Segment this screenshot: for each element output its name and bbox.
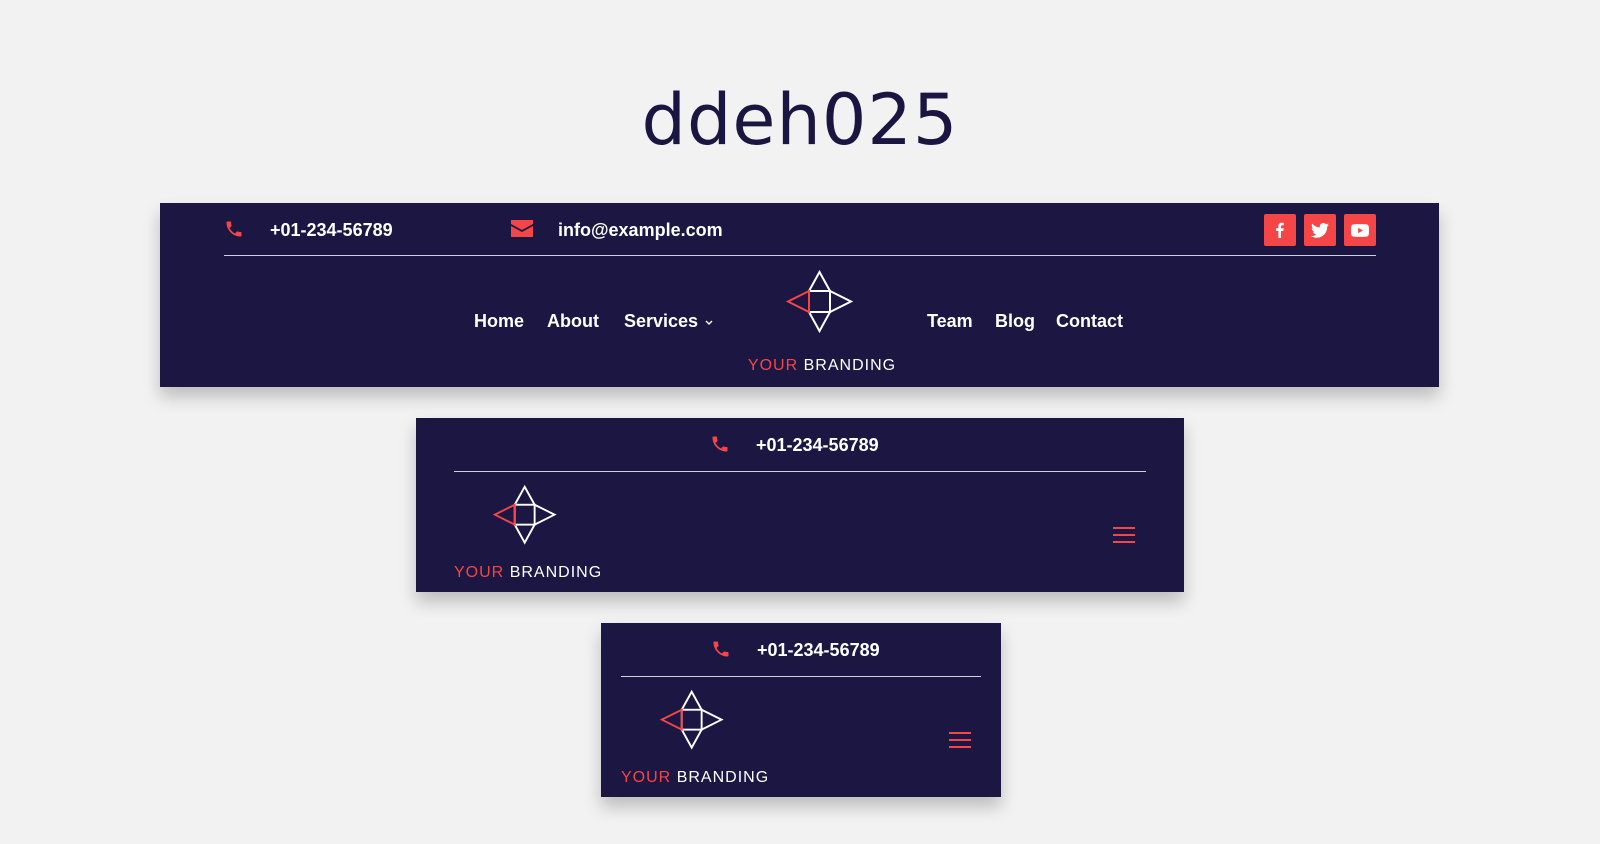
phone-icon <box>226 221 242 237</box>
brand-accent-word: YOUR <box>454 564 505 581</box>
diamond-arrows-logo-icon[interactable] <box>492 482 564 554</box>
phone-icon <box>712 436 728 452</box>
brand-name: YOUR BRANDING <box>454 563 602 583</box>
diamond-arrows-logo-icon[interactable] <box>659 687 731 759</box>
brand-name: YOUR BRANDING <box>621 768 769 788</box>
twitter-button[interactable] <box>1304 214 1336 246</box>
phone-icon <box>713 641 729 657</box>
nav-services[interactable]: Services <box>624 310 698 332</box>
youtube-button[interactable] <box>1344 214 1376 246</box>
twitter-icon <box>1311 222 1329 238</box>
envelope-icon <box>511 220 533 237</box>
tablet-header: +01-234-56789 YOUR BRANDING <box>416 418 1184 592</box>
hamburger-menu-icon[interactable] <box>949 732 971 748</box>
nav-blog[interactable]: Blog <box>995 310 1035 332</box>
diamond-arrows-logo-icon[interactable] <box>785 267 861 343</box>
top-bar-divider <box>224 255 1376 256</box>
youtube-icon <box>1351 223 1369 237</box>
hamburger-menu-icon[interactable] <box>1113 527 1135 543</box>
facebook-icon <box>1276 222 1284 238</box>
brand-accent-word: YOUR <box>621 769 672 786</box>
nav-home[interactable]: Home <box>474 310 524 332</box>
phone-number[interactable]: +01-234-56789 <box>756 434 879 456</box>
brand-main-word: BRANDING <box>509 564 603 581</box>
mobile-header: +01-234-56789 YOUR BRANDING <box>601 623 1001 797</box>
chevron-down-icon <box>705 320 713 325</box>
brand-main-word: BRANDING <box>676 769 770 786</box>
brand-name: YOUR BRANDING <box>746 356 898 376</box>
phone-number[interactable]: +01-234-56789 <box>757 639 880 661</box>
brand-accent-word: YOUR <box>747 357 799 374</box>
nav-contact[interactable]: Contact <box>1056 310 1123 332</box>
top-bar-divider <box>621 676 981 677</box>
facebook-button[interactable] <box>1264 214 1296 246</box>
top-bar-divider <box>454 471 1146 472</box>
brand-main-word: BRANDING <box>803 357 897 374</box>
phone-number[interactable]: +01-234-56789 <box>270 219 393 241</box>
email-address[interactable]: info@example.com <box>558 219 723 241</box>
page-title: ddeh025 <box>641 79 959 161</box>
desktop-header: +01-234-56789 info@example.com Home Abou… <box>160 203 1439 387</box>
nav-about[interactable]: About <box>547 310 599 332</box>
nav-team[interactable]: Team <box>927 310 973 332</box>
